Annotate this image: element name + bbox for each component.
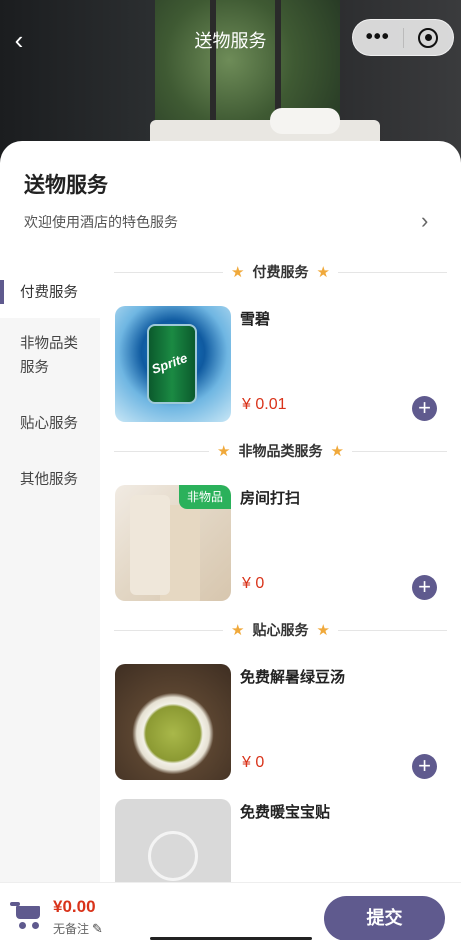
section-title: 付费服务 <box>252 264 309 280</box>
add-to-cart-button[interactable]: + <box>412 396 437 421</box>
star-icon: ★ <box>217 443 231 460</box>
content-card: 送物服务 欢迎使用酒店的特色服务 › 付费服务 非物品类服务 贴心服务 其他服务… <box>0 141 461 940</box>
product-item[interactable]: 非物品 房间打扫 ¥ 0 + <box>115 485 455 603</box>
product-tag: 非物品 <box>178 485 231 509</box>
star-icon: ★ <box>231 622 245 639</box>
section-header-non-goods: ★ 非物品类服务 ★ <box>114 441 447 461</box>
product-item[interactable]: 免费暖宝宝贴 <box>115 799 455 882</box>
edit-icon: ✎ <box>92 920 103 936</box>
star-icon: ★ <box>330 443 344 460</box>
product-name: 免费解暑绿豆汤 <box>240 669 346 686</box>
sidebar-item-non-goods[interactable]: 非物品类服务 <box>0 318 100 392</box>
section-header-caring: ★ 贴心服务 ★ <box>114 620 447 640</box>
product-price: ¥ 0 <box>242 754 265 771</box>
product-image: Sprite <box>115 306 231 422</box>
product-item[interactable]: Sprite 雪碧 ¥ 0.01 + <box>115 306 455 424</box>
close-target-icon[interactable] <box>403 27 453 48</box>
submit-button[interactable]: 提交 <box>324 896 445 940</box>
section-title: 非物品类服务 <box>238 443 323 459</box>
product-image <box>115 799 231 882</box>
cart-total: ¥0.00 <box>53 897 96 916</box>
add-to-cart-button[interactable]: + <box>412 575 437 600</box>
section-title: 贴心服务 <box>252 622 309 638</box>
star-icon: ★ <box>231 264 245 281</box>
more-icon[interactable]: ••• <box>353 19 403 56</box>
product-price: ¥ 0.01 <box>242 396 287 413</box>
product-name: 免费暖宝宝贴 <box>240 804 331 821</box>
add-to-cart-button[interactable]: + <box>412 754 437 779</box>
chevron-right-icon[interactable]: › <box>421 208 428 234</box>
section-header-paid: ★ 付费服务 ★ <box>114 262 447 282</box>
star-icon: ★ <box>316 622 330 639</box>
remark-text: 无备注 <box>53 922 90 936</box>
product-price: ¥ 0 <box>242 575 265 592</box>
page-subtitle: 欢迎使用酒店的特色服务 <box>24 214 178 230</box>
sidebar-item-other[interactable]: 其他服务 <box>0 448 100 504</box>
star-icon: ★ <box>316 264 330 281</box>
cart-bar: ¥0.00 无备注 ✎ 提交 <box>0 882 461 940</box>
product-name: 房间打扫 <box>240 490 301 507</box>
product-image <box>115 664 231 780</box>
cart-icon[interactable] <box>10 900 42 930</box>
sidebar-item-paid[interactable]: 付费服务 <box>0 268 100 318</box>
category-sidebar: 付费服务 非物品类服务 贴心服务 其他服务 <box>0 268 100 883</box>
product-item[interactable]: 免费解暑绿豆汤 ¥ 0 + <box>115 664 455 782</box>
product-image: 非物品 <box>115 485 231 601</box>
remark-link[interactable]: 无备注 ✎ <box>53 920 103 937</box>
mini-program-capsule: ••• <box>352 19 454 56</box>
page-title: 送物服务 <box>24 174 108 197</box>
product-name: 雪碧 <box>240 311 271 328</box>
sidebar-item-caring[interactable]: 贴心服务 <box>0 392 100 448</box>
